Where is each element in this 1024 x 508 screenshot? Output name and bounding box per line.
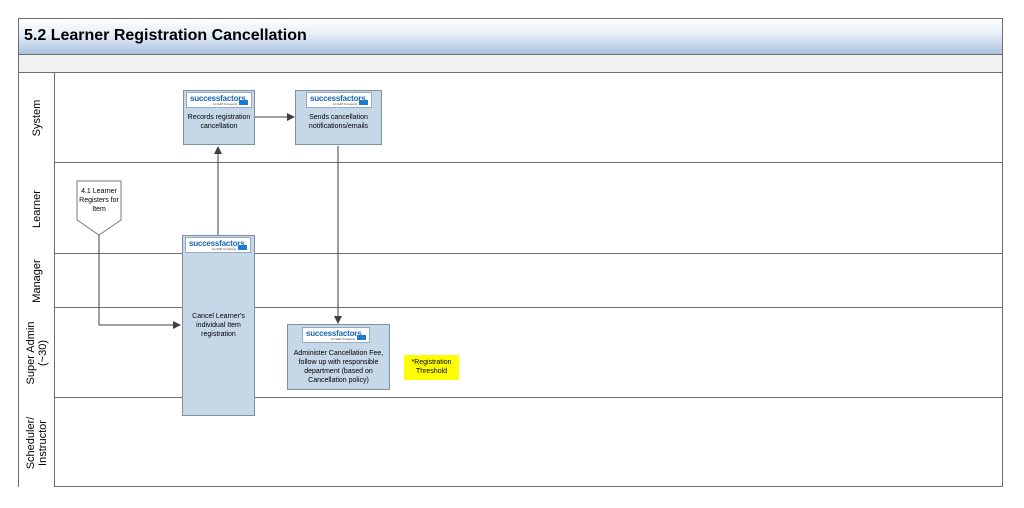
connectors [76, 113, 342, 329]
task-label: Cancel Learner's individual Item registr… [192, 313, 245, 338]
successfactors-logo: successfactors An SAP Company [186, 92, 252, 108]
registration-threshold-note: *Registration Threshold [404, 355, 459, 380]
successfactors-logo: successfactors An SAP Company [185, 237, 251, 253]
task-label: Records registration cancellation [187, 114, 251, 130]
connector-start-to-cancel [98, 235, 181, 329]
task-sends-notifications: successfactors An SAP Company Sends canc… [295, 90, 382, 145]
start-event-label: 4.1 Learner Registers for Item [79, 188, 119, 213]
task-label: Sends cancellation notifications/emails [308, 114, 369, 130]
task-records-cancellation: successfactors An SAP Company Records re… [183, 90, 255, 145]
task-administer-fee: successfactors An SAP Company Administer… [287, 324, 390, 390]
successfactors-logo: successfactors An SAP Company [302, 327, 370, 343]
task-cancel-registration: successfactors An SAP Company Cancel Lea… [182, 235, 255, 416]
successfactors-logo: successfactors An SAP Company [306, 92, 372, 108]
task-label: Administer Cancellation Fee, follow up w… [293, 350, 384, 384]
